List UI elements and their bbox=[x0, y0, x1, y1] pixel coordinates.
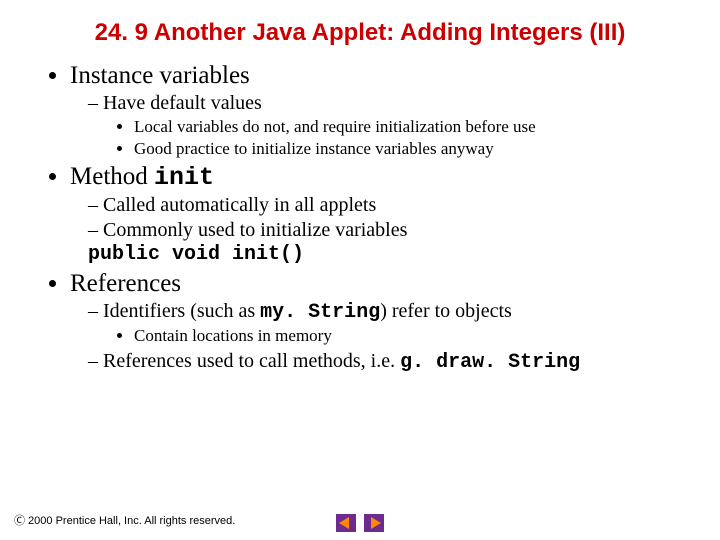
nav-controls bbox=[336, 514, 384, 532]
code-init: init bbox=[154, 163, 214, 192]
bullet-text: References bbox=[70, 270, 181, 297]
sub-default-values: Have default values Local variables do n… bbox=[88, 92, 690, 159]
sub-commonly-used: Commonly used to initialize variables pu… bbox=[88, 219, 690, 266]
next-button[interactable] bbox=[364, 514, 384, 532]
subsub-contain-locations: Contain locations in memory bbox=[134, 326, 690, 346]
bullet-references: References Identifiers (such as my. Stri… bbox=[70, 270, 690, 374]
bullet-instance-variables: Instance variables Have default values L… bbox=[70, 62, 690, 159]
code-mystring: my. String bbox=[260, 301, 380, 324]
slide-title: 24. 9 Another Java Applet: Adding Intege… bbox=[70, 18, 650, 48]
bullet-list: Instance variables Have default values L… bbox=[46, 62, 690, 374]
sub-text: Have default values bbox=[103, 92, 262, 114]
sub-references-call: References used to call methods, i.e. g.… bbox=[88, 350, 690, 374]
subsub-good-practice: Good practice to initialize instance var… bbox=[134, 139, 690, 159]
bullet-method-init: Method init Called automatically in all … bbox=[70, 163, 690, 266]
subsub-local-vars: Local variables do not, and require init… bbox=[134, 117, 690, 137]
sub-text-pre: Identifiers (such as bbox=[103, 300, 260, 322]
bullet-text: Instance variables bbox=[70, 62, 250, 89]
sub-identifiers: Identifiers (such as my. String) refer t… bbox=[88, 300, 690, 346]
sub-text-post: ) refer to objects bbox=[380, 300, 512, 322]
sub-text-pre: References used to call methods, i.e. bbox=[103, 350, 400, 372]
code-public-void-init: public void init() bbox=[88, 243, 304, 266]
bullet-text-pre: Method bbox=[70, 163, 154, 190]
prev-button[interactable] bbox=[336, 514, 356, 532]
sub-called-auto: Called automatically in all applets bbox=[88, 194, 690, 217]
code-gdrawstring: g. draw. String bbox=[400, 351, 580, 374]
sub-text: Commonly used to initialize variables bbox=[103, 219, 407, 241]
